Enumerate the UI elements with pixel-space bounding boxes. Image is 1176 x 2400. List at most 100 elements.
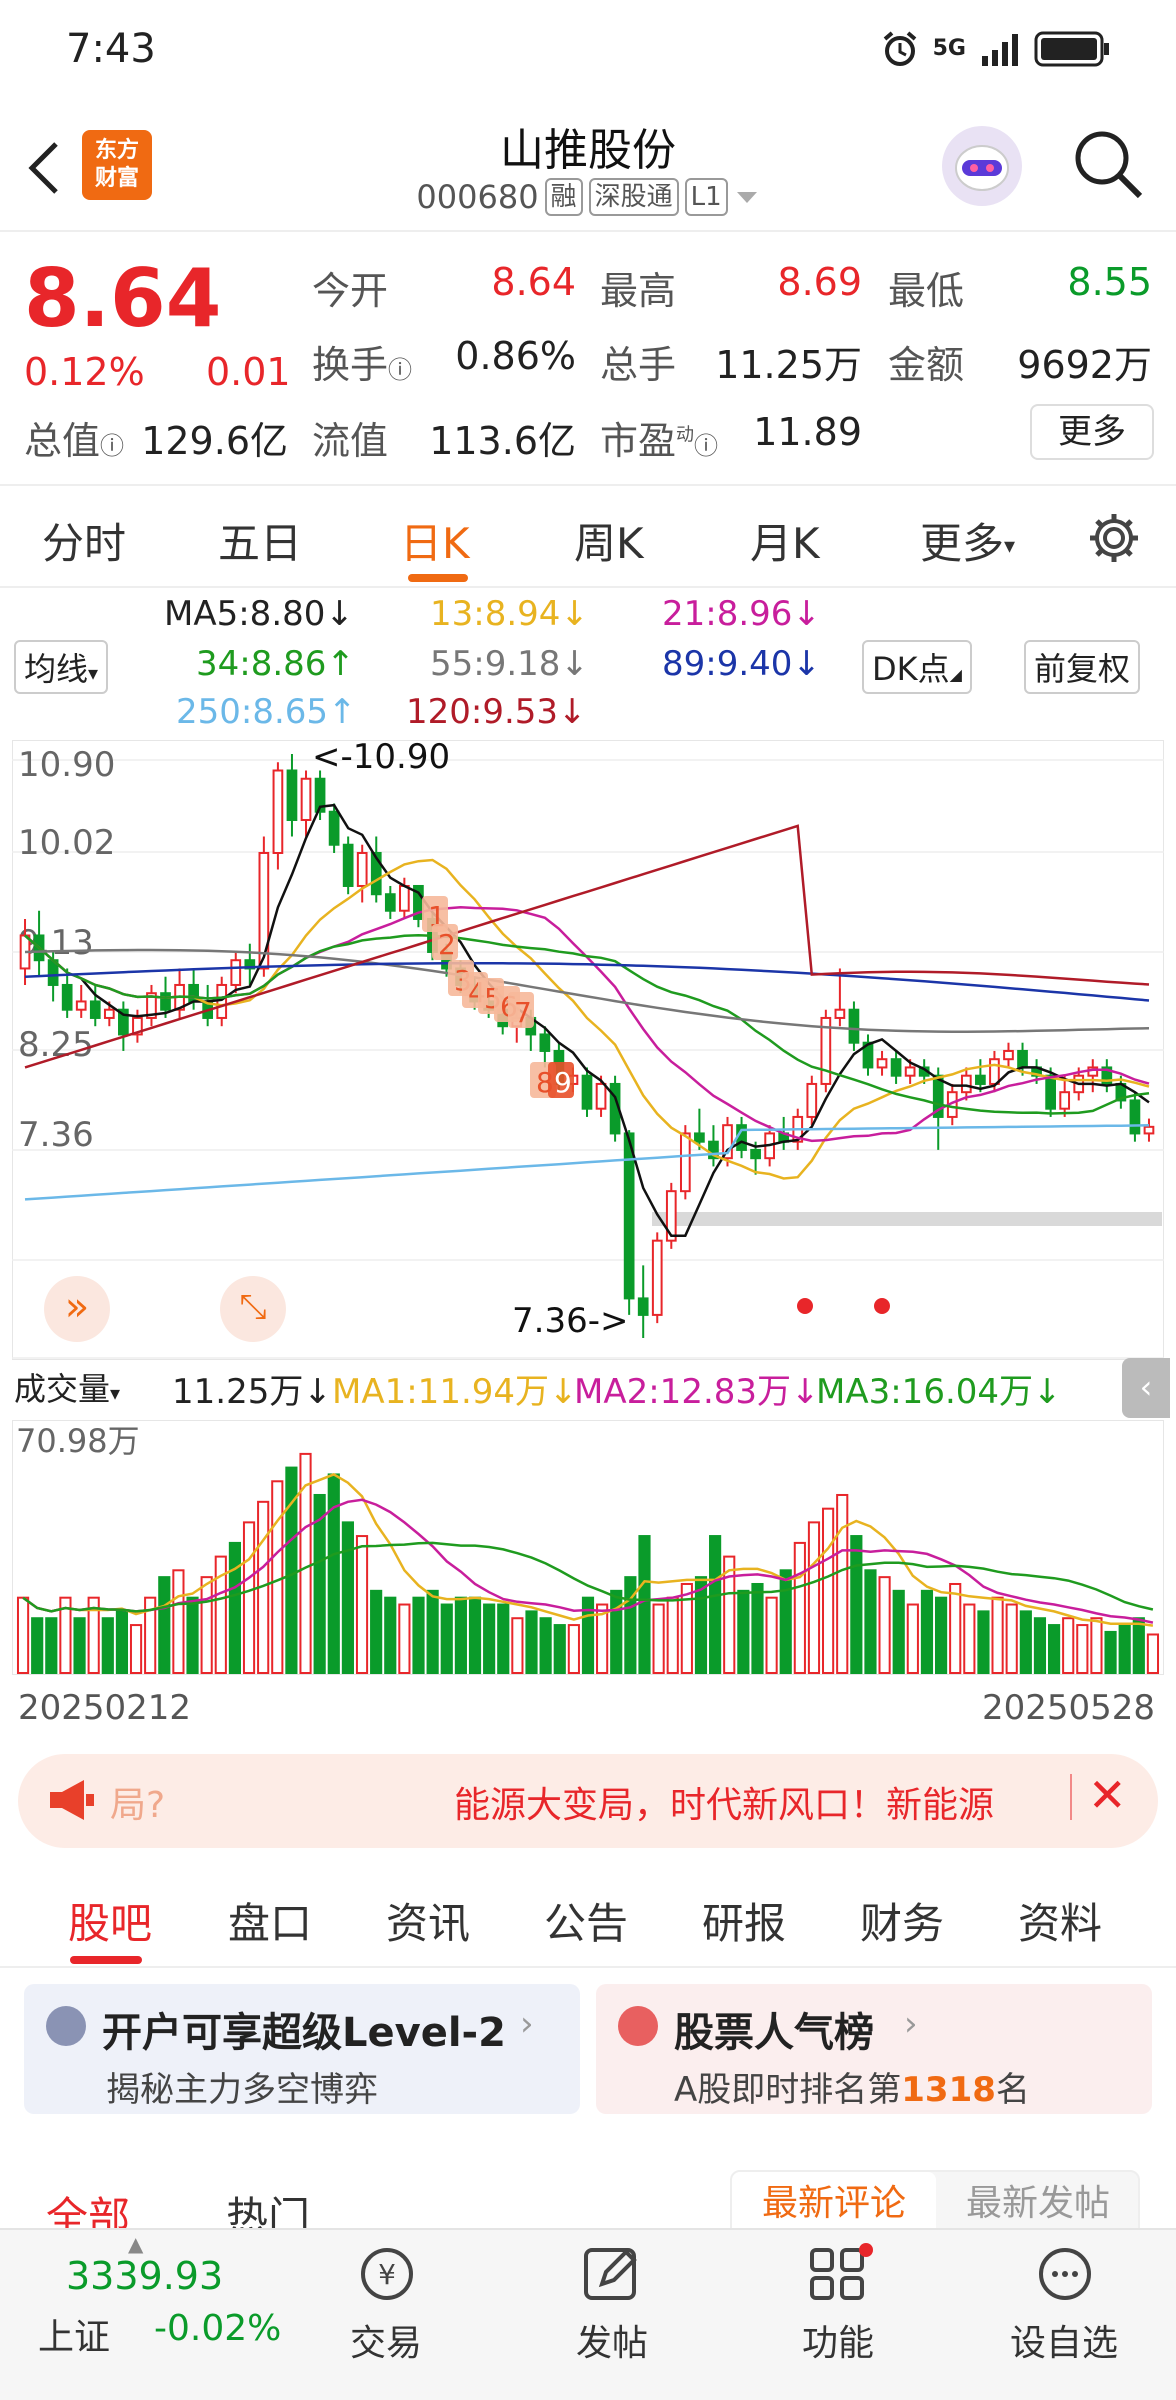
info-icon[interactable]: ⓘ	[694, 432, 718, 460]
tab-finance[interactable]: 财务	[860, 1890, 944, 1951]
status-icons: 5G	[881, 30, 1110, 68]
index-value[interactable]: 3339.93	[66, 2254, 223, 2298]
ma13-label: 13:8.94↓	[430, 594, 589, 634]
volume-bar	[1090, 1617, 1103, 1675]
candle-body	[581, 1074, 593, 1110]
turnover-label: 换手ⓘ	[312, 343, 413, 387]
nav-post[interactable]: 发帖	[532, 2314, 692, 2366]
info-icon[interactable]: ⓘ	[388, 356, 412, 384]
ma-select[interactable]: 均线▾	[14, 640, 109, 694]
divider	[1070, 1774, 1072, 1820]
settings-gear-icon[interactable]	[1086, 510, 1142, 566]
volume-ma1: MA1:11.94万↓	[332, 1372, 578, 1412]
volume-bar	[680, 1582, 693, 1674]
tab-daily-k[interactable]: 日K	[400, 510, 470, 571]
more-button[interactable]: 更多	[1030, 404, 1154, 460]
support-band	[652, 1212, 1162, 1226]
active-tab-indicator	[70, 1956, 142, 1964]
volume-chart: 70.98万	[12, 1420, 1164, 1675]
candle-body	[300, 777, 312, 821]
candle-body	[399, 884, 410, 912]
chevron-right-icon: ›	[904, 2004, 918, 2044]
promo-banner[interactable]: 局? 能源大变局，时代新风口！新能源 ✕	[18, 1754, 1158, 1848]
network-label: 5G	[932, 36, 966, 61]
volume-bar	[920, 1589, 934, 1674]
change-percent: 0.12%	[24, 350, 145, 394]
robot-assistant-icon[interactable]	[942, 126, 1022, 206]
info-icon[interactable]: ⓘ	[100, 432, 124, 460]
pe-value: 11.89	[753, 410, 862, 454]
nav-watchlist[interactable]: 设自选	[984, 2314, 1144, 2366]
volume-bar	[793, 1541, 806, 1674]
tab-profile[interactable]: 资料	[1018, 1890, 1102, 1951]
tab-handicap[interactable]: 盘口	[228, 1890, 312, 1951]
tab-weekly-k[interactable]: 周K	[574, 510, 644, 571]
tab-monthly-k[interactable]: 月K	[750, 510, 820, 571]
volume-bar	[327, 1473, 340, 1674]
volume-bar	[158, 1576, 171, 1674]
volume-bar	[1005, 1603, 1018, 1675]
candlestick-chart[interactable]: 10.9010.029.138.257.36<-10.907.36->12345…	[12, 740, 1164, 1360]
volume-ma2: MA2:12.83万↓	[574, 1372, 820, 1412]
ma120-label: 120:9.53↓	[406, 692, 587, 732]
volume-bar	[172, 1569, 185, 1674]
high-price-marker: <-10.90	[312, 740, 450, 777]
y-tick-label: 10.02	[18, 823, 115, 863]
tag-level: L1	[684, 178, 728, 216]
period-tabs: 分时 五日 日K 周K 月K 更多▾	[0, 484, 1176, 588]
dropdown-icon[interactable]	[734, 187, 760, 207]
tab-research[interactable]: 研报	[702, 1890, 786, 1951]
nav-functions[interactable]: 功能	[758, 2314, 918, 2366]
search-icon[interactable]	[1070, 126, 1146, 202]
amount-label: 金额	[888, 343, 965, 387]
more-circle-icon[interactable]	[1030, 2242, 1100, 2306]
nav-trade[interactable]: 交易	[306, 2314, 466, 2366]
candle-body	[328, 810, 340, 846]
section-tabs: 股吧 盘口 资讯 公告 研报 财务 资料	[0, 1868, 1176, 1968]
functions-grid-icon[interactable]	[804, 2242, 874, 2306]
tab-announcements[interactable]: 公告	[544, 1890, 628, 1951]
candle-body	[75, 1000, 87, 1011]
candle-body	[61, 983, 73, 1011]
fullscreen-icon[interactable]: ⤡	[220, 1276, 286, 1342]
level2-card[interactable]: 开户可享超级Level-2 › 揭秘主力多空博弈	[24, 1984, 580, 2114]
close-icon[interactable]: ✕	[1088, 1768, 1127, 1822]
y-tick-label: 10.90	[18, 745, 115, 785]
volume-bar	[539, 1617, 552, 1675]
trade-icon[interactable]: ¥	[352, 2242, 422, 2306]
volume-bar	[370, 1589, 383, 1674]
volume-bar	[624, 1576, 637, 1674]
float-cap-value: 113.6亿	[429, 419, 576, 463]
volume-select[interactable]: 成交量▾	[14, 1364, 121, 1410]
account-icon	[46, 2006, 86, 2046]
post-edit-icon[interactable]	[578, 2242, 648, 2306]
active-tab-indicator	[408, 574, 468, 582]
volume-bar	[511, 1617, 524, 1675]
collapse-panel-icon[interactable]: ‹	[1122, 1358, 1170, 1418]
volume-bar	[341, 1521, 354, 1675]
y-tick-label: 7.36	[18, 1115, 94, 1155]
adjust-select[interactable]: 前复权	[1024, 640, 1141, 694]
volume-bar	[751, 1582, 764, 1674]
tab-five-day[interactable]: 五日	[218, 510, 302, 571]
candle-body	[876, 1058, 888, 1069]
volume-bar	[836, 1493, 849, 1674]
tab-intraday[interactable]: 分时	[42, 510, 126, 571]
dk-point-toggle[interactable]: DK点◢	[862, 640, 972, 694]
open-value: 8.64	[491, 260, 576, 304]
volume-bar	[850, 1535, 863, 1675]
candle-body	[356, 851, 368, 887]
tab-guba[interactable]: 股吧	[68, 1890, 152, 1951]
volume-bar	[412, 1596, 425, 1675]
candle-body	[258, 851, 270, 970]
volume-bar	[935, 1596, 948, 1675]
expand-left-icon[interactable]: »	[44, 1276, 110, 1342]
chevron-right-icon: ›	[520, 2004, 534, 2044]
tab-more[interactable]: 更多▾	[920, 510, 1015, 571]
high-value: 8.69	[777, 260, 862, 304]
volume-bar	[737, 1589, 750, 1674]
candle-body	[272, 769, 284, 854]
tab-news[interactable]: 资讯	[386, 1890, 470, 1951]
market-cap-value: 129.6亿	[141, 419, 288, 463]
popularity-card[interactable]: 股票人气榜 › A股即时排名第1318名	[596, 1984, 1152, 2114]
